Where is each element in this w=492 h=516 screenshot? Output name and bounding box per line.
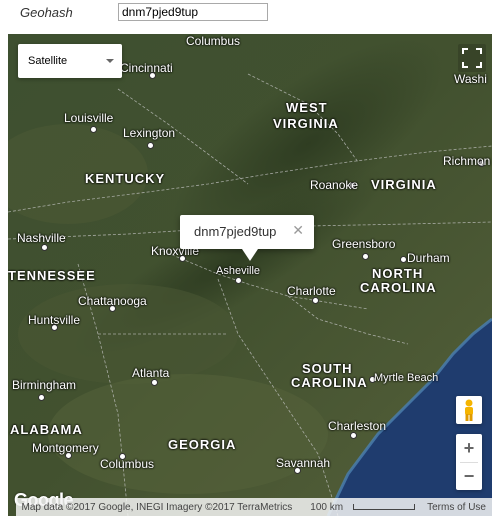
- city-marker: [235, 277, 242, 284]
- state-label-kentucky: KENTUCKY: [85, 171, 166, 186]
- city-label-huntsville: Huntsville: [28, 313, 81, 327]
- city-marker: [400, 256, 407, 263]
- state-label-west-virginia-2: VIRGINIA: [273, 116, 339, 131]
- city-marker: [147, 142, 154, 149]
- scale-bar-line: [353, 504, 416, 510]
- zoom-out-button[interactable]: −: [456, 462, 482, 490]
- zoom-in-button[interactable]: +: [456, 434, 482, 462]
- city-marker: [151, 379, 158, 386]
- state-label-west-virginia: WEST: [286, 100, 328, 115]
- pegman-icon: [465, 399, 473, 421]
- city-label-washington: Washi: [454, 72, 487, 86]
- city-label-columbus-oh: Columbus: [186, 34, 241, 48]
- state-label-north-carolina-2: CAROLINA: [360, 280, 437, 295]
- city-marker: [312, 297, 319, 304]
- scale-label: 100 km: [310, 501, 344, 513]
- city-label-myrtle-beach: Myrtle Beach: [374, 372, 439, 384]
- geohash-label: Geohash: [20, 5, 73, 20]
- city-label-chattanooga: Chattanooga: [78, 294, 147, 308]
- state-label-virginia: VIRGINIA: [371, 177, 437, 192]
- state-label-south-carolina-2: CAROLINA: [291, 375, 368, 390]
- info-window: dnm7pjed9tup ✕: [180, 215, 314, 249]
- city-label-cincinnati: Cincinnati: [120, 61, 173, 75]
- city-label-columbus-ga: Columbus: [100, 457, 155, 471]
- city-label-greensboro: Greensboro: [332, 237, 396, 251]
- info-window-text: dnm7pjed9tup: [194, 224, 277, 239]
- state-label-tennessee: TENNESSEE: [8, 268, 96, 283]
- city-label-savannah: Savannah: [276, 456, 331, 470]
- city-label-richmond: Richmon: [443, 154, 491, 168]
- city-label-asheville: Asheville: [216, 265, 261, 277]
- close-icon[interactable]: ✕: [292, 222, 304, 239]
- city-label-montgomery: Montgomery: [32, 441, 99, 455]
- map-attribution[interactable]: Map data ©2017 Google, INEGI Imagery ©20…: [16, 502, 299, 513]
- city-marker: [38, 394, 45, 401]
- city-marker: [350, 432, 357, 439]
- map-type-label: Satellite: [28, 55, 68, 67]
- city-label-lexington: Lexington: [123, 126, 176, 140]
- city-marker: [362, 253, 369, 260]
- state-label-south-carolina: SOUTH: [302, 361, 353, 376]
- state-label-alabama: ALABAMA: [10, 422, 83, 437]
- terms-link[interactable]: Terms of Use: [421, 502, 492, 513]
- map-type-dropdown[interactable]: Satellite: [18, 44, 122, 78]
- chevron-down-icon: [106, 59, 114, 63]
- city-label-nashville: Nashville: [17, 231, 66, 245]
- fullscreen-button[interactable]: [458, 44, 486, 72]
- city-label-charlotte: Charlotte: [287, 284, 336, 298]
- zoom-control: + −: [456, 434, 482, 490]
- geohash-input[interactable]: [118, 3, 268, 21]
- scale-bar[interactable]: 100 km: [298, 502, 421, 513]
- geohash-row: Geohash: [0, 0, 492, 30]
- map-canvas[interactable]: WEST VIRGINIA KENTUCKY VIRGINIA TENNESSE…: [8, 34, 492, 516]
- state-label-north-carolina: NORTH: [372, 266, 424, 281]
- city-label-atlanta: Atlanta: [132, 366, 170, 380]
- city-marker: [90, 126, 97, 133]
- state-label-georgia: GEORGIA: [168, 437, 237, 452]
- city-marker: [41, 244, 48, 251]
- map-attribution-bar: Map data ©2017 Google, INEGI Imagery ©20…: [15, 498, 492, 516]
- city-label-birmingham: Birmingham: [12, 378, 77, 392]
- fullscreen-icon: [462, 48, 482, 68]
- info-window-pointer: [242, 249, 258, 261]
- city-label-roanoke: Roanoke: [310, 178, 359, 192]
- city-label-charleston: Charleston: [328, 419, 387, 433]
- street-view-button[interactable]: [456, 396, 482, 424]
- city-label-louisville: Louisville: [64, 111, 114, 125]
- city-label-durham: Durham: [407, 251, 450, 265]
